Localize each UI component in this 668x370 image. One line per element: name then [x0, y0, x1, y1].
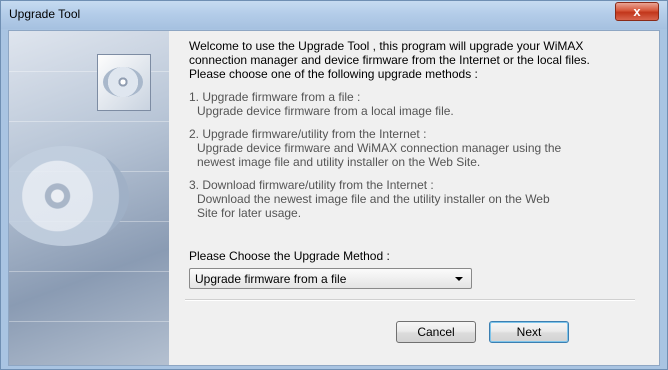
separator	[185, 299, 635, 301]
next-button[interactable]: Next	[489, 321, 569, 343]
method-desc-line: Upgrade device firmware and WiMAX connec…	[197, 141, 562, 155]
cd-frame-icon	[97, 54, 151, 111]
method-desc-line: Upgrade device firmware from a local ima…	[197, 104, 454, 118]
close-button[interactable]: x	[615, 2, 659, 21]
method-item: 1. Upgrade firmware from a file : Upgrad…	[189, 90, 649, 118]
dialog-client-area: Welcome to use the Upgrade Tool , this p…	[8, 30, 660, 366]
intro-line-3: Please choose one of the following upgra…	[189, 67, 478, 81]
cd-banner-image	[9, 31, 169, 365]
upgrade-method-dropdown[interactable]: Upgrade firmware from a file	[189, 268, 472, 289]
method-title: 2. Upgrade firmware/utility from the Int…	[189, 127, 427, 141]
method-desc-line: Download the newest image file and the u…	[197, 192, 550, 206]
instructions: Welcome to use the Upgrade Tool , this p…	[189, 39, 649, 220]
method-desc-line: Site for later usage.	[197, 206, 302, 220]
intro-line-2: connection manager and device firmware f…	[189, 53, 590, 67]
close-icon: x	[633, 4, 641, 19]
method-title: 3. Download firmware/utility from the In…	[189, 178, 434, 192]
method-desc-line: newest image file and utility installer …	[197, 155, 481, 169]
intro-line-1: Welcome to use the Upgrade Tool , this p…	[189, 39, 584, 53]
window-title: Upgrade Tool	[9, 7, 81, 21]
method-item: 3. Download firmware/utility from the In…	[189, 178, 649, 220]
cd-disc-icon	[9, 146, 129, 246]
method-title: 1. Upgrade firmware from a file :	[189, 90, 361, 104]
title-bar[interactable]: Upgrade Tool x	[1, 1, 667, 29]
small-cd-icon	[103, 67, 143, 97]
cancel-button[interactable]: Cancel	[396, 321, 476, 343]
choose-method-label: Please Choose the Upgrade Method :	[189, 249, 390, 263]
chevron-down-icon	[455, 277, 463, 281]
upgrade-tool-window: Upgrade Tool x Welcome to use the Upgrad…	[0, 0, 668, 370]
method-item: 2. Upgrade firmware/utility from the Int…	[189, 127, 649, 169]
dropdown-value: Upgrade firmware from a file	[195, 272, 347, 286]
